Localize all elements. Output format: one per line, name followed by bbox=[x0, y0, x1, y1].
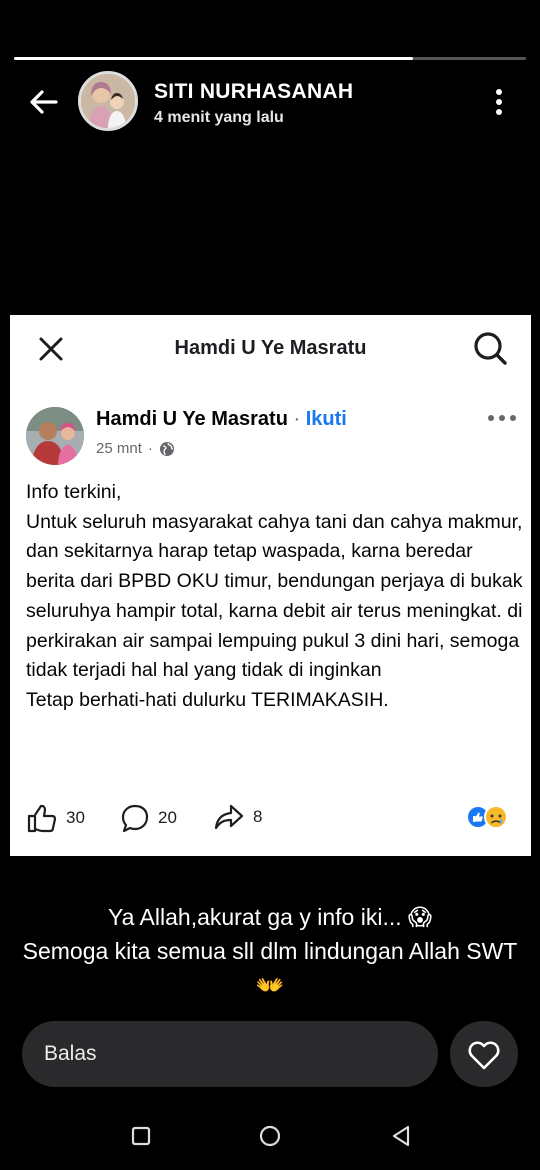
story-author-name[interactable]: SITI NURHASANAH bbox=[154, 80, 353, 104]
like-story-button[interactable] bbox=[450, 1021, 518, 1087]
recent-apps-icon bbox=[131, 1126, 151, 1146]
comment-icon bbox=[121, 804, 149, 833]
share-arrow-icon bbox=[214, 804, 244, 830]
story-author-avatar[interactable] bbox=[78, 71, 138, 131]
like-count: 30 bbox=[66, 808, 85, 827]
story-menu-button[interactable] bbox=[488, 86, 510, 118]
story-caption: Ya Allah,akurat ga y info iki... 😱 Semog… bbox=[20, 900, 520, 1002]
back-button[interactable] bbox=[26, 84, 62, 120]
reactions-group bbox=[466, 805, 508, 829]
story-timestamp: 4 menit yang lalu bbox=[154, 109, 284, 126]
like-button[interactable]: 30 bbox=[26, 803, 85, 833]
reaction-summary[interactable] bbox=[465, 804, 517, 830]
more-horizontal-icon bbox=[488, 415, 516, 421]
heart-icon bbox=[468, 1041, 500, 1070]
reply-input[interactable]: Balas bbox=[22, 1021, 438, 1087]
post-header-title: Hamdi U Ye Masratu bbox=[174, 337, 367, 359]
story-progress-bar bbox=[14, 57, 526, 60]
share-count: 8 bbox=[253, 807, 263, 826]
globe-icon bbox=[159, 441, 174, 456]
comment-button[interactable]: 20 bbox=[120, 803, 177, 833]
separator: · bbox=[287, 408, 306, 430]
nav-back-button[interactable] bbox=[386, 1121, 416, 1151]
post-author-name[interactable]: Hamdi U Ye Masratu bbox=[96, 408, 288, 430]
sad-reaction-icon bbox=[484, 805, 508, 829]
shared-post-card[interactable]: Hamdi U Ye Masratu Hamdi U Ye Masratu · … bbox=[10, 315, 531, 856]
recent-apps-button[interactable] bbox=[126, 1121, 156, 1151]
back-triangle-icon bbox=[392, 1125, 410, 1147]
home-button[interactable] bbox=[255, 1121, 285, 1151]
post-author-avatar[interactable] bbox=[26, 407, 84, 465]
caption-text: Ya Allah,akurat ga y info iki... 😱 Semog… bbox=[22, 904, 518, 998]
follow-link[interactable]: Ikuti bbox=[306, 408, 347, 430]
post-body-text: Info terkini, Untuk seluruh masyarakat c… bbox=[26, 481, 523, 711]
thumbs-up-icon bbox=[27, 804, 57, 833]
arrow-left-icon bbox=[30, 90, 58, 114]
home-icon bbox=[259, 1125, 281, 1147]
more-vertical-icon bbox=[496, 89, 502, 115]
post-options-button[interactable] bbox=[485, 411, 519, 425]
post-meta: 25 mnt · bbox=[96, 440, 175, 457]
story-progress-fill bbox=[14, 57, 414, 60]
post-author-line: Hamdi U Ye Masratu · Ikuti bbox=[96, 408, 347, 431]
avatar-photo bbox=[26, 407, 84, 465]
comment-count: 20 bbox=[158, 808, 177, 827]
share-button[interactable]: 8 bbox=[213, 803, 262, 831]
avatar-photo bbox=[81, 74, 135, 128]
search-icon bbox=[474, 332, 507, 365]
post-time: 25 mnt bbox=[96, 440, 142, 457]
search-button[interactable] bbox=[471, 329, 509, 367]
